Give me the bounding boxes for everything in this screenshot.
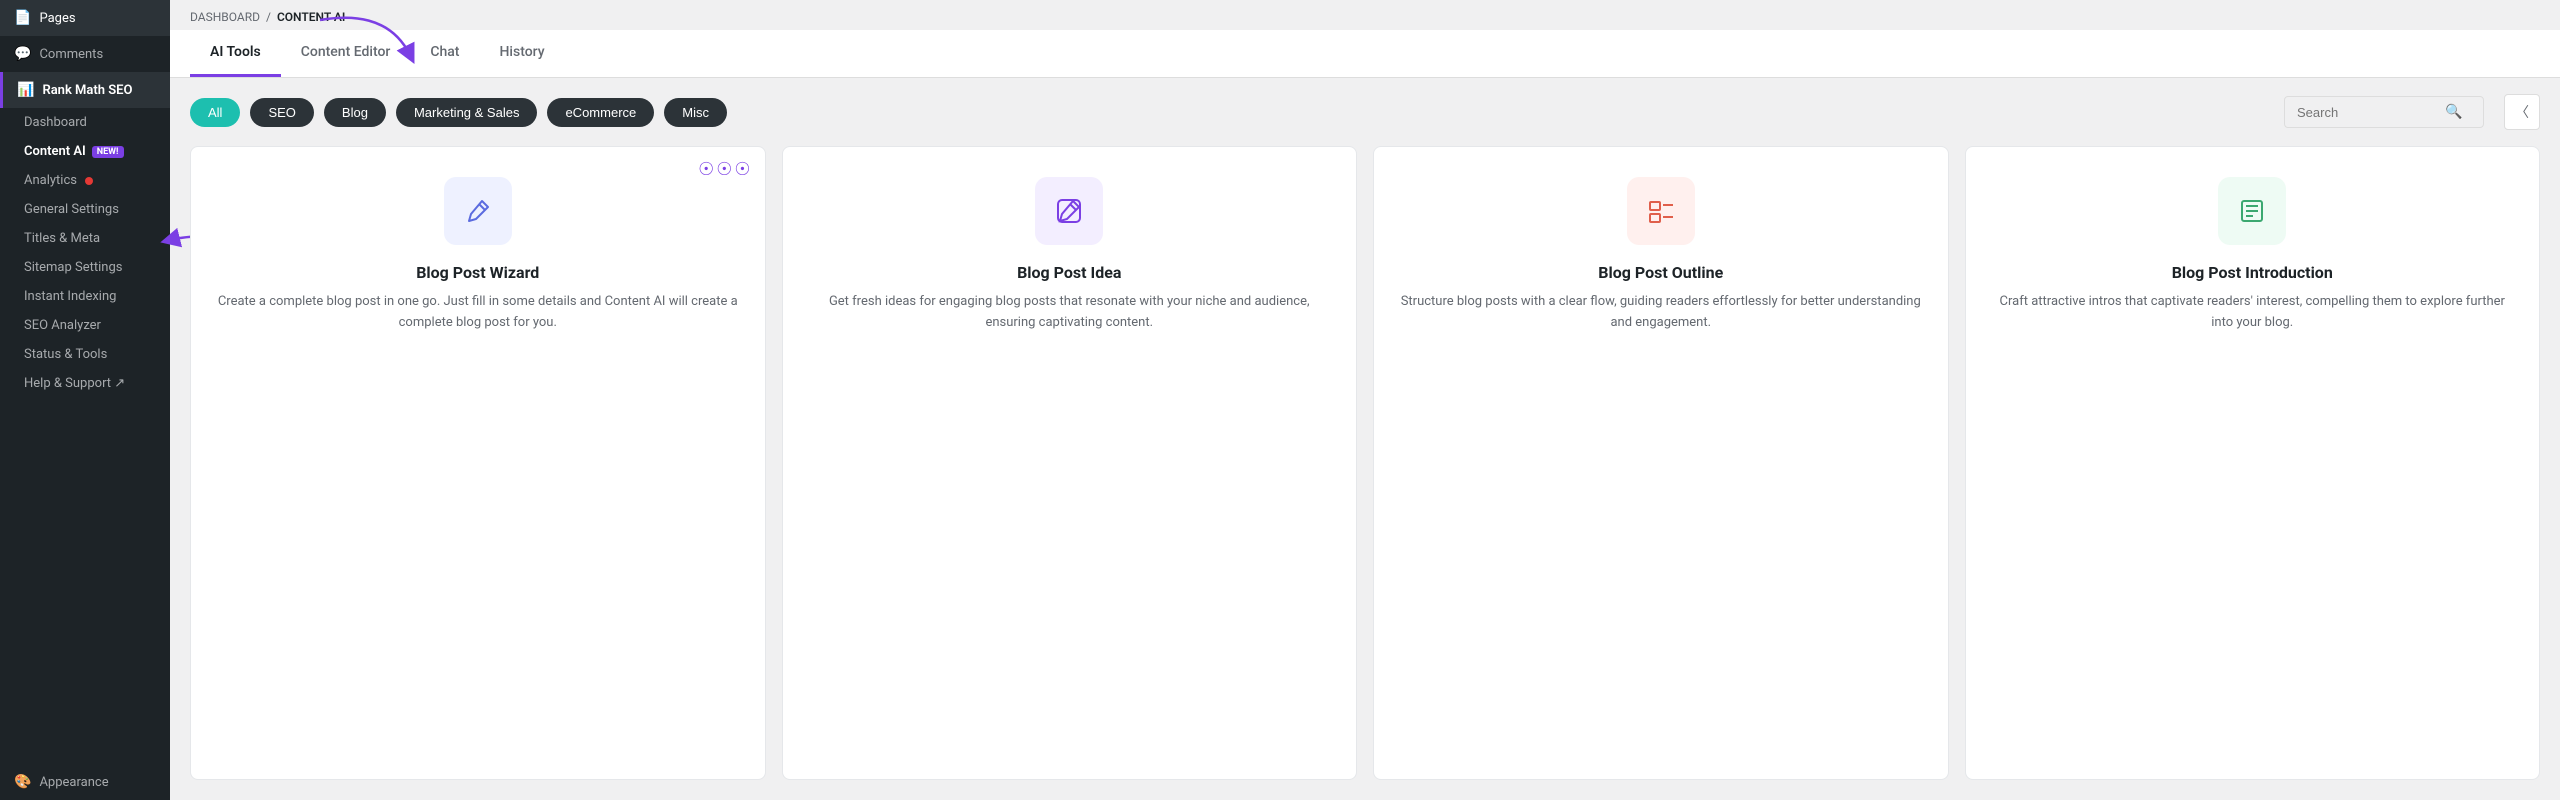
tab-history[interactable]: History	[479, 30, 564, 77]
comments-icon: 💬	[14, 46, 31, 62]
filter-all[interactable]: All	[190, 98, 240, 127]
card-title: Blog Post Idea	[1017, 263, 1121, 282]
sidebar-item-label: Appearance	[39, 775, 108, 790]
filter-bar: All SEO Blog Marketing & Sales eCommerce…	[170, 78, 2560, 146]
rankmath-icon: 📊	[17, 82, 34, 98]
card-blog-post-introduction[interactable]: Blog Post Introduction Craft attractive …	[1965, 146, 2541, 780]
tab-ai-tools[interactable]: AI Tools	[190, 30, 281, 77]
sidebar-item-instant-indexing[interactable]: Instant Indexing	[0, 282, 170, 311]
breadcrumb-dashboard[interactable]: DASHBOARD	[190, 10, 260, 24]
card-icon-purple	[1035, 177, 1103, 245]
sidebar-item-label: Comments	[39, 47, 103, 62]
card-blog-post-idea[interactable]: Blog Post Idea Get fresh ideas for engag…	[782, 146, 1358, 780]
collapse-button[interactable]: 〈	[2504, 94, 2540, 130]
card-title: Blog Post Outline	[1598, 263, 1723, 282]
sidebar-item-seo-analyzer[interactable]: SEO Analyzer	[0, 311, 170, 340]
card-blog-post-wizard[interactable]: ☉☉☉ Blog Post Wizard Create a complete b…	[190, 146, 766, 780]
filter-marketing[interactable]: Marketing & Sales	[396, 98, 538, 127]
sidebar-item-rankmath[interactable]: 📊 Rank Math SEO	[0, 72, 170, 108]
arrow-annotation-1	[310, 10, 430, 70]
dots-icon: ☉☉☉	[698, 159, 752, 180]
card-title: Blog Post Wizard	[416, 263, 539, 282]
breadcrumb-separator: /	[266, 10, 271, 24]
card-blog-post-outline[interactable]: Blog Post Outline Structure blog posts w…	[1373, 146, 1949, 780]
card-description: Create a complete blog post in one go. J…	[215, 292, 741, 334]
sidebar-item-content-ai[interactable]: Content AI New!	[0, 137, 170, 166]
card-description: Craft attractive intros that captivate r…	[1990, 292, 2516, 334]
sidebar-item-dashboard[interactable]: Dashboard	[0, 108, 170, 137]
appearance-icon: 🎨	[14, 774, 31, 790]
search-input[interactable]	[2297, 105, 2437, 120]
cards-grid: ☉☉☉ Blog Post Wizard Create a complete b…	[170, 146, 2560, 800]
sidebar-item-comments[interactable]: 💬 Comments	[0, 36, 170, 72]
card-description: Structure blog posts with a clear flow, …	[1398, 292, 1924, 334]
sidebar-item-pages[interactable]: 📄 Pages	[0, 0, 170, 36]
card-badge: ☉☉☉	[698, 159, 752, 180]
sidebar-item-general-settings[interactable]: General Settings	[0, 195, 170, 224]
card-icon-blue	[444, 177, 512, 245]
card-icon-green	[2218, 177, 2286, 245]
filter-seo[interactable]: SEO	[250, 98, 313, 127]
card-icon-red	[1627, 177, 1695, 245]
sidebar-item-titles-meta[interactable]: Titles & Meta	[0, 224, 170, 253]
sidebar-item-label: Rank Math SEO	[42, 83, 132, 98]
filter-blog[interactable]: Blog	[324, 98, 386, 127]
sidebar-item-analytics[interactable]: Analytics	[0, 166, 170, 195]
sidebar: 📄 Pages 💬 Comments 📊 Rank Math SEO Dashb…	[0, 0, 170, 800]
new-badge: New!	[92, 146, 124, 158]
search-box[interactable]: 🔍	[2284, 96, 2484, 128]
sidebar-item-appearance[interactable]: 🎨 Appearance	[0, 764, 170, 800]
sidebar-item-label: Pages	[39, 11, 75, 26]
analytics-dot	[85, 177, 93, 185]
card-title: Blog Post Introduction	[2172, 263, 2333, 282]
sidebar-item-sitemap[interactable]: Sitemap Settings	[0, 253, 170, 282]
sidebar-item-status-tools[interactable]: Status & Tools	[0, 340, 170, 369]
sidebar-item-help-support[interactable]: Help & Support ↗	[0, 369, 170, 398]
tabs-container: AI Tools Content Editor Chat History	[170, 30, 2560, 78]
card-description: Get fresh ideas for engaging blog posts …	[807, 292, 1333, 334]
filter-misc[interactable]: Misc	[664, 98, 727, 127]
pages-icon: 📄	[14, 10, 31, 26]
search-icon: 🔍	[2445, 104, 2462, 120]
breadcrumb: DASHBOARD / CONTENT AI	[170, 0, 2560, 24]
filter-ecommerce[interactable]: eCommerce	[547, 98, 654, 127]
main-content: DASHBOARD / CONTENT AI AI Tools Content …	[170, 0, 2560, 800]
